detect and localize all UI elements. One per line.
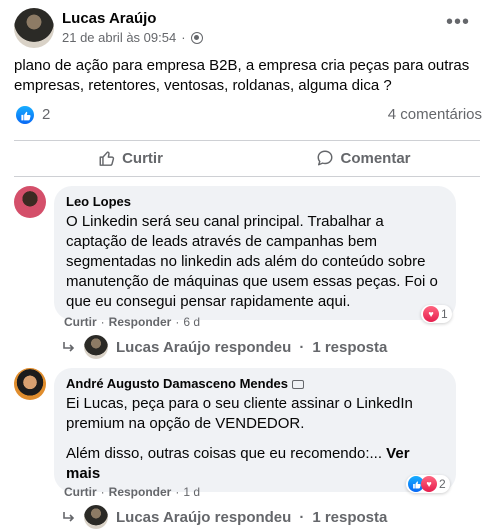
comment-text-continued: Além disso, outras coisas que eu recomen… bbox=[66, 445, 410, 482]
comment-bubble: Leo Lopes O Linkedin será seu canal prin… bbox=[54, 186, 456, 320]
reply-avatar bbox=[84, 335, 108, 359]
view-replies[interactable]: Lucas Araújo respondeu · 1 resposta bbox=[62, 335, 387, 359]
chat-icon bbox=[292, 379, 305, 389]
author-avatar[interactable] bbox=[14, 8, 54, 48]
comment-button-label: Comentar bbox=[340, 149, 411, 167]
like-button-label: Curtir bbox=[122, 149, 163, 167]
commenter-name[interactable]: André Augusto Damasceno Mendes bbox=[66, 376, 444, 392]
post-actions: Curtir Comentar bbox=[14, 141, 480, 175]
heart-icon: ♥ bbox=[421, 476, 437, 492]
comment-bubble: André Augusto Damasceno Mendes Ei Lucas,… bbox=[54, 368, 456, 492]
reply-count: 1 resposta bbox=[312, 508, 388, 526]
commenter-avatar[interactable] bbox=[14, 368, 46, 400]
comment-count[interactable]: 4 comentários bbox=[388, 106, 482, 123]
comment-reply-link[interactable]: Responder bbox=[109, 485, 172, 499]
comment-text: Ei Lucas, peça para o seu cliente assina… bbox=[66, 395, 413, 432]
post-meta: 21 de abril às 09:54 · bbox=[62, 30, 203, 45]
commenter-avatar[interactable] bbox=[14, 186, 46, 218]
divider bbox=[14, 176, 480, 177]
reply-avatar bbox=[84, 505, 108, 529]
post-author-name[interactable]: Lucas Araújo bbox=[62, 10, 156, 27]
like-button[interactable]: Curtir bbox=[14, 141, 247, 175]
reply-arrow-icon bbox=[63, 342, 75, 352]
comment-bubble-icon bbox=[318, 150, 333, 166]
comment-button[interactable]: Comentar bbox=[247, 141, 480, 175]
post-counts: 2 4 comentários bbox=[14, 104, 482, 126]
post-text: plano de ação para empresa B2B, a empres… bbox=[14, 57, 470, 94]
globe-icon bbox=[190, 31, 203, 44]
reaction-count: 1 bbox=[441, 307, 448, 321]
reply-count: 1 resposta bbox=[312, 338, 388, 356]
view-replies[interactable]: Lucas Araújo respondeu · 1 resposta bbox=[62, 505, 387, 529]
reply-arrow-icon bbox=[63, 512, 75, 522]
comment-reply-link[interactable]: Responder bbox=[109, 315, 172, 329]
comment-reactions[interactable]: ♥ 1 bbox=[421, 305, 452, 323]
comment-actions: Curtir · Responder · 1 d bbox=[64, 485, 201, 499]
reply-author: Lucas Araújo respondeu bbox=[116, 338, 292, 356]
post-timestamp[interactable]: 21 de abril às 09:54 bbox=[62, 30, 176, 45]
comment-time[interactable]: 6 d bbox=[183, 315, 200, 329]
more-options-icon[interactable]: ••• bbox=[446, 12, 470, 32]
comment-actions: Curtir · Responder · 6 d bbox=[64, 315, 201, 329]
comment-reactions[interactable]: ♥ 2 bbox=[406, 475, 450, 493]
comment-time[interactable]: 1 d bbox=[183, 485, 200, 499]
comment-item: André Augusto Damasceno Mendes Ei Lucas,… bbox=[14, 368, 480, 532]
like-reaction-icon[interactable] bbox=[16, 106, 34, 124]
comment-like-link[interactable]: Curtir bbox=[64, 315, 97, 329]
comment-like-link[interactable]: Curtir bbox=[64, 485, 97, 499]
comment-item: Leo Lopes O Linkedin será seu canal prin… bbox=[14, 186, 480, 366]
like-count[interactable]: 2 bbox=[42, 106, 50, 123]
post-header: Lucas Araújo 21 de abril às 09:54 · ••• bbox=[14, 8, 480, 50]
reply-author: Lucas Araújo respondeu bbox=[116, 508, 292, 526]
commenter-name[interactable]: Leo Lopes bbox=[66, 194, 444, 210]
thumbs-up-icon bbox=[99, 151, 115, 166]
comment-text: O Linkedin será seu canal principal. Tra… bbox=[66, 213, 438, 310]
reaction-count: 2 bbox=[439, 477, 446, 491]
heart-icon: ♥ bbox=[423, 306, 439, 322]
